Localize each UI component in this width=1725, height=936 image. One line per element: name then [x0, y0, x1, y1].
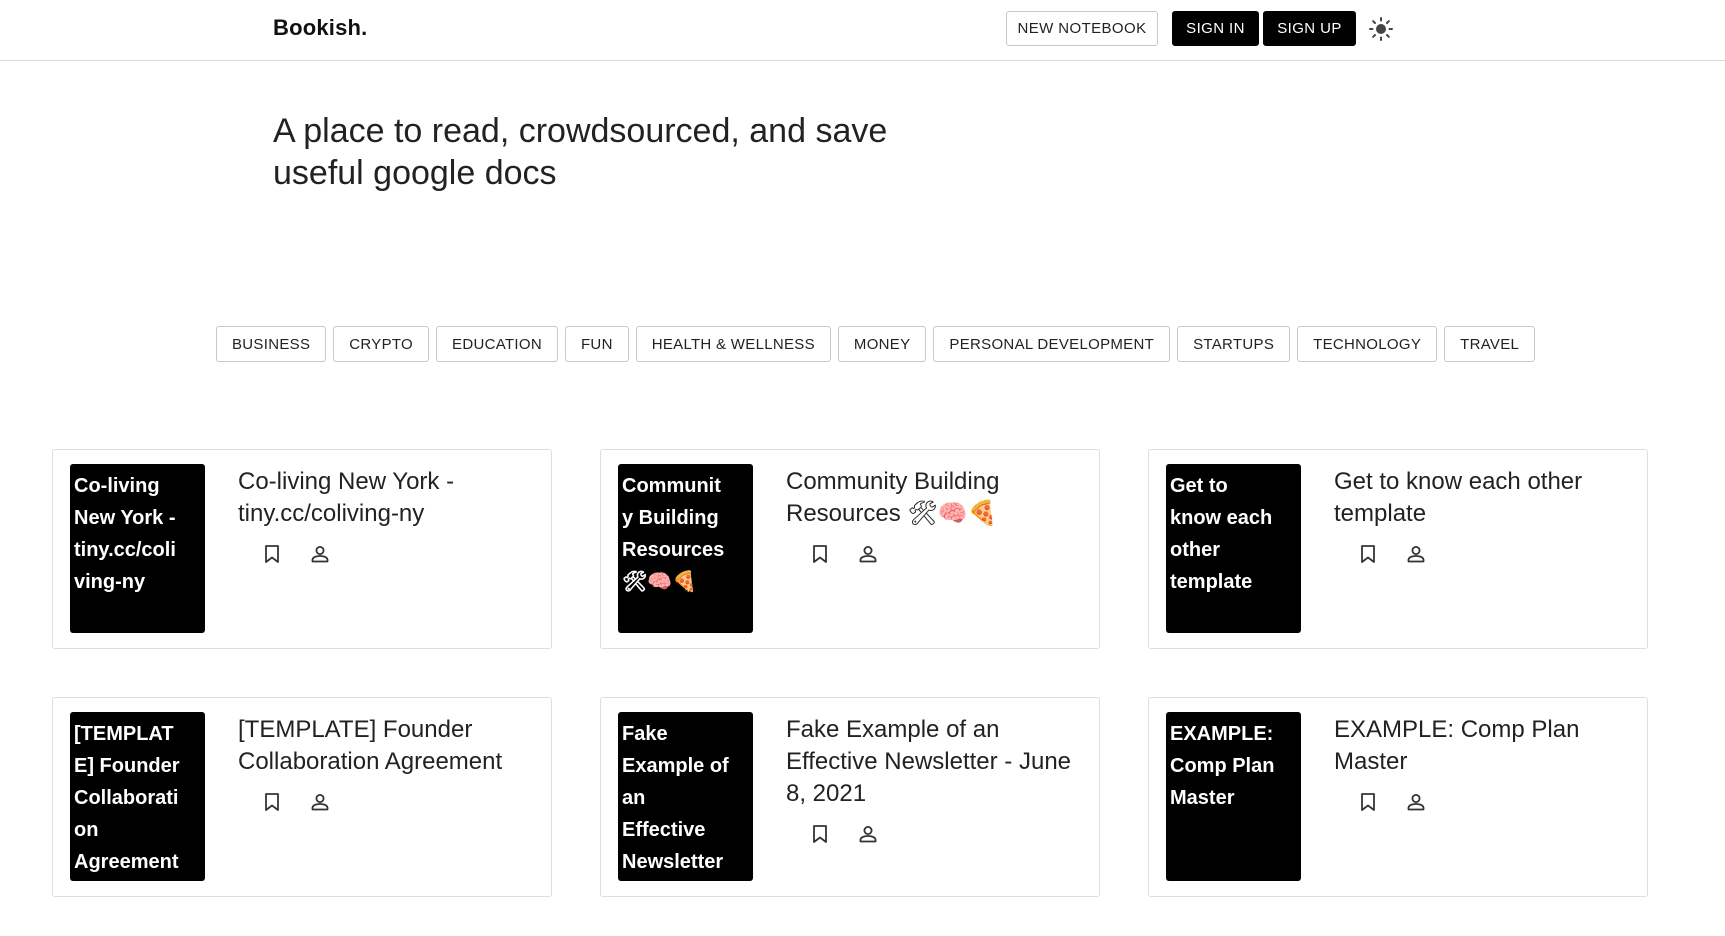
- category-technology[interactable]: TECHNOLOGY: [1297, 326, 1438, 362]
- bookmark-icon[interactable]: [809, 823, 831, 845]
- doc-actions: [261, 791, 331, 813]
- doc-cover: Get to know each other template: [1166, 464, 1301, 633]
- doc-cover-text: Co-living New York - tiny.cc/coliving-ny: [74, 475, 176, 593]
- doc-cover: Co-living New York - tiny.cc/coliving-ny: [70, 464, 205, 633]
- sun-icon[interactable]: [1368, 16, 1394, 42]
- category-crypto[interactable]: CRYPTO: [333, 326, 430, 362]
- person-icon[interactable]: [1405, 791, 1427, 813]
- category-personal-development[interactable]: PERSONAL DEVELOPMENT: [933, 326, 1171, 362]
- sign-up-button[interactable]: SIGN UP: [1263, 11, 1356, 46]
- category-health-wellness[interactable]: HEALTH & WELLNESS: [635, 326, 831, 362]
- category-fun[interactable]: FUN: [564, 326, 629, 362]
- person-icon[interactable]: [857, 823, 879, 845]
- category-education[interactable]: EDUCATION: [436, 326, 558, 362]
- bookmark-icon[interactable]: [261, 543, 283, 565]
- doc-title[interactable]: [TEMPLATE] Founder Collaboration Agreeme…: [238, 714, 528, 778]
- doc-title[interactable]: Fake Example of an Effective Newsletter …: [786, 714, 1076, 810]
- doc-cover: Community Building Resources 🛠🧠🍕: [618, 464, 753, 633]
- category-startups[interactable]: STARTUPS: [1177, 326, 1291, 362]
- doc-card[interactable]: Co-living New York - tiny.cc/coliving-ny…: [52, 449, 552, 649]
- doc-cover-text: [TEMPLATE] Founder Collaboration Agreeme…: [74, 723, 180, 873]
- doc-actions: [809, 543, 879, 565]
- doc-cover-text: Community Building Resources 🛠🧠🍕: [622, 475, 725, 593]
- doc-title[interactable]: EXAMPLE: Comp Plan Master: [1334, 714, 1624, 778]
- bookmark-icon[interactable]: [1357, 543, 1379, 565]
- doc-cover-text: Fake Example of an Effective Newsletter: [622, 723, 729, 873]
- person-icon[interactable]: [309, 791, 331, 813]
- category-filter-bar: BUSINESS CRYPTO EDUCATION FUN HEALTH & W…: [216, 326, 1536, 362]
- doc-cover-text: Get to know each other template: [1170, 475, 1273, 593]
- bookmark-icon[interactable]: [809, 543, 831, 565]
- doc-title[interactable]: Co-living New York - tiny.cc/coliving-ny: [238, 466, 528, 530]
- doc-cover-text: EXAMPLE: Comp Plan Master: [1170, 723, 1275, 809]
- doc-card[interactable]: Community Building Resources 🛠🧠🍕 Communi…: [600, 449, 1100, 649]
- bookmark-icon[interactable]: [1357, 791, 1379, 813]
- person-icon[interactable]: [1405, 543, 1427, 565]
- doc-card[interactable]: Fake Example of an Effective Newsletter …: [600, 697, 1100, 897]
- doc-cover: Fake Example of an Effective Newsletter: [618, 712, 753, 881]
- doc-card[interactable]: Get to know each other template Get to k…: [1148, 449, 1648, 649]
- doc-actions: [1357, 791, 1427, 813]
- doc-card[interactable]: [TEMPLATE] Founder Collaboration Agreeme…: [52, 697, 552, 897]
- category-money[interactable]: MONEY: [837, 326, 927, 362]
- category-business[interactable]: BUSINESS: [216, 326, 327, 362]
- person-icon[interactable]: [857, 543, 879, 565]
- bookmark-icon[interactable]: [261, 791, 283, 813]
- doc-actions: [809, 823, 879, 845]
- doc-card[interactable]: EXAMPLE: Comp Plan Master EXAMPLE: Comp …: [1148, 697, 1648, 897]
- doc-title[interactable]: Community Building Resources 🛠🧠🍕: [786, 466, 1076, 530]
- logo[interactable]: Bookish.: [273, 15, 368, 41]
- doc-actions: [1357, 543, 1427, 565]
- hero-tagline: A place to read, crowdsourced, and save …: [273, 112, 888, 192]
- sign-in-button[interactable]: SIGN IN: [1172, 11, 1259, 46]
- new-notebook-button[interactable]: NEW NOTEBOOK: [1006, 11, 1158, 46]
- doc-cover: [TEMPLATE] Founder Collaboration Agreeme…: [70, 712, 205, 881]
- top-navigation-bar: Bookish. NEW NOTEBOOK SIGN IN SIGN UP: [0, 0, 1725, 61]
- doc-cover: EXAMPLE: Comp Plan Master: [1166, 712, 1301, 881]
- person-icon[interactable]: [309, 543, 331, 565]
- category-travel[interactable]: TRAVEL: [1444, 326, 1536, 362]
- doc-title[interactable]: Get to know each other template: [1334, 466, 1624, 530]
- doc-actions: [261, 543, 331, 565]
